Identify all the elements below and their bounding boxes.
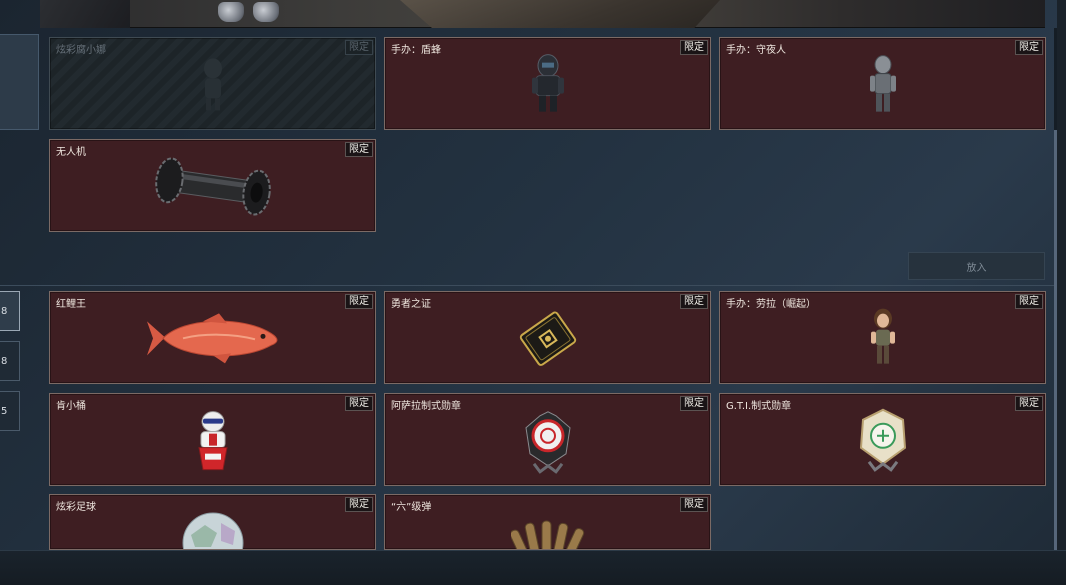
- item-name: 炫彩足球: [56, 502, 96, 513]
- item-card[interactable]: 手办：守夜人 限定: [719, 37, 1046, 130]
- item-name: 炫彩腐小娜: [56, 45, 106, 56]
- item-name: 勇者之证: [391, 299, 431, 310]
- side-tab-3[interactable]: 5: [0, 391, 20, 431]
- item-name: G.T.I.制式勋章: [726, 401, 792, 412]
- item-name: “六”级弹: [391, 502, 432, 513]
- shoe-icon: [218, 2, 244, 22]
- window-edge: [1057, 0, 1066, 585]
- limited-badge: 限定: [1015, 40, 1043, 55]
- armored-figure-icon: [530, 53, 566, 119]
- put-in-label: 放入: [966, 262, 987, 274]
- item-card[interactable]: 手办：盾蜂 限定: [384, 37, 711, 130]
- side-panel-upper[interactable]: [0, 34, 39, 130]
- item-name: 手办：劳拉（崛起）: [726, 299, 816, 310]
- card-emblem-icon: [512, 306, 584, 374]
- item-card[interactable]: 无人机 限定: [49, 139, 376, 232]
- item-card[interactable]: “六”级弹 限定: [384, 494, 711, 550]
- bucket-mascot-icon: [191, 409, 235, 475]
- limited-badge: 限定: [345, 497, 373, 512]
- item-name: 手办：守夜人: [726, 45, 786, 56]
- item-card[interactable]: G.T.I.制式勋章 限定: [719, 393, 1046, 486]
- item-card[interactable]: 炫彩腐小娜 限定: [49, 37, 376, 130]
- limited-badge: 限定: [345, 396, 373, 411]
- figure-silhouette-icon: [198, 56, 228, 116]
- put-in-button[interactable]: 放入: [908, 252, 1045, 280]
- cloth-icon: [400, 0, 720, 28]
- item-card[interactable]: 炫彩足球 限定: [49, 494, 376, 550]
- item-card[interactable]: 肯小桶 限定: [49, 393, 376, 486]
- bullets-icon: [509, 511, 585, 549]
- limited-badge: 限定: [345, 294, 373, 309]
- shoe-icon: [253, 2, 279, 22]
- section-divider: [0, 285, 1054, 286]
- scrollbar-thumb[interactable]: [1054, 130, 1057, 550]
- item-card[interactable]: 阿萨拉制式勋章 限定: [384, 393, 711, 486]
- limited-badge: 限定: [680, 497, 708, 512]
- limited-badge: 限定: [345, 142, 373, 157]
- side-tab-1[interactable]: 8: [0, 291, 20, 331]
- item-name: 红鲤王: [56, 299, 86, 310]
- limited-badge: 限定: [1015, 396, 1043, 411]
- football-icon: [181, 511, 245, 549]
- limited-badge: 限定: [680, 294, 708, 309]
- preview-banner: [40, 0, 1045, 28]
- lara-figure-icon: [866, 307, 900, 373]
- item-name: 阿萨拉制式勋章: [391, 401, 461, 412]
- limited-badge: 限定: [680, 396, 708, 411]
- limited-badge: 限定: [1015, 294, 1043, 309]
- item-card[interactable]: 红鲤王 限定: [49, 291, 376, 384]
- limited-badge: 限定: [345, 40, 373, 55]
- banner-shadow: [40, 0, 130, 28]
- item-name: 肯小桶: [56, 401, 86, 412]
- item-name: 手办：盾蜂: [391, 45, 441, 56]
- green-medal-icon: [855, 407, 911, 477]
- item-card[interactable]: 勇者之证 限定: [384, 291, 711, 384]
- drone-tube-icon: [151, 156, 275, 219]
- item-card[interactable]: 手办：劳拉（崛起） 限定: [719, 291, 1046, 384]
- bottom-bar: [0, 550, 1066, 585]
- red-carp-icon: [143, 311, 283, 369]
- red-medal-icon: [520, 407, 576, 477]
- side-tab-label: 8: [1, 305, 8, 317]
- side-tab-2[interactable]: 8: [0, 341, 20, 381]
- item-name: 无人机: [56, 147, 86, 158]
- side-tab-label: 5: [1, 405, 8, 417]
- robot-figure-icon: [866, 53, 900, 119]
- limited-badge: 限定: [680, 40, 708, 55]
- side-tab-label: 8: [1, 355, 8, 367]
